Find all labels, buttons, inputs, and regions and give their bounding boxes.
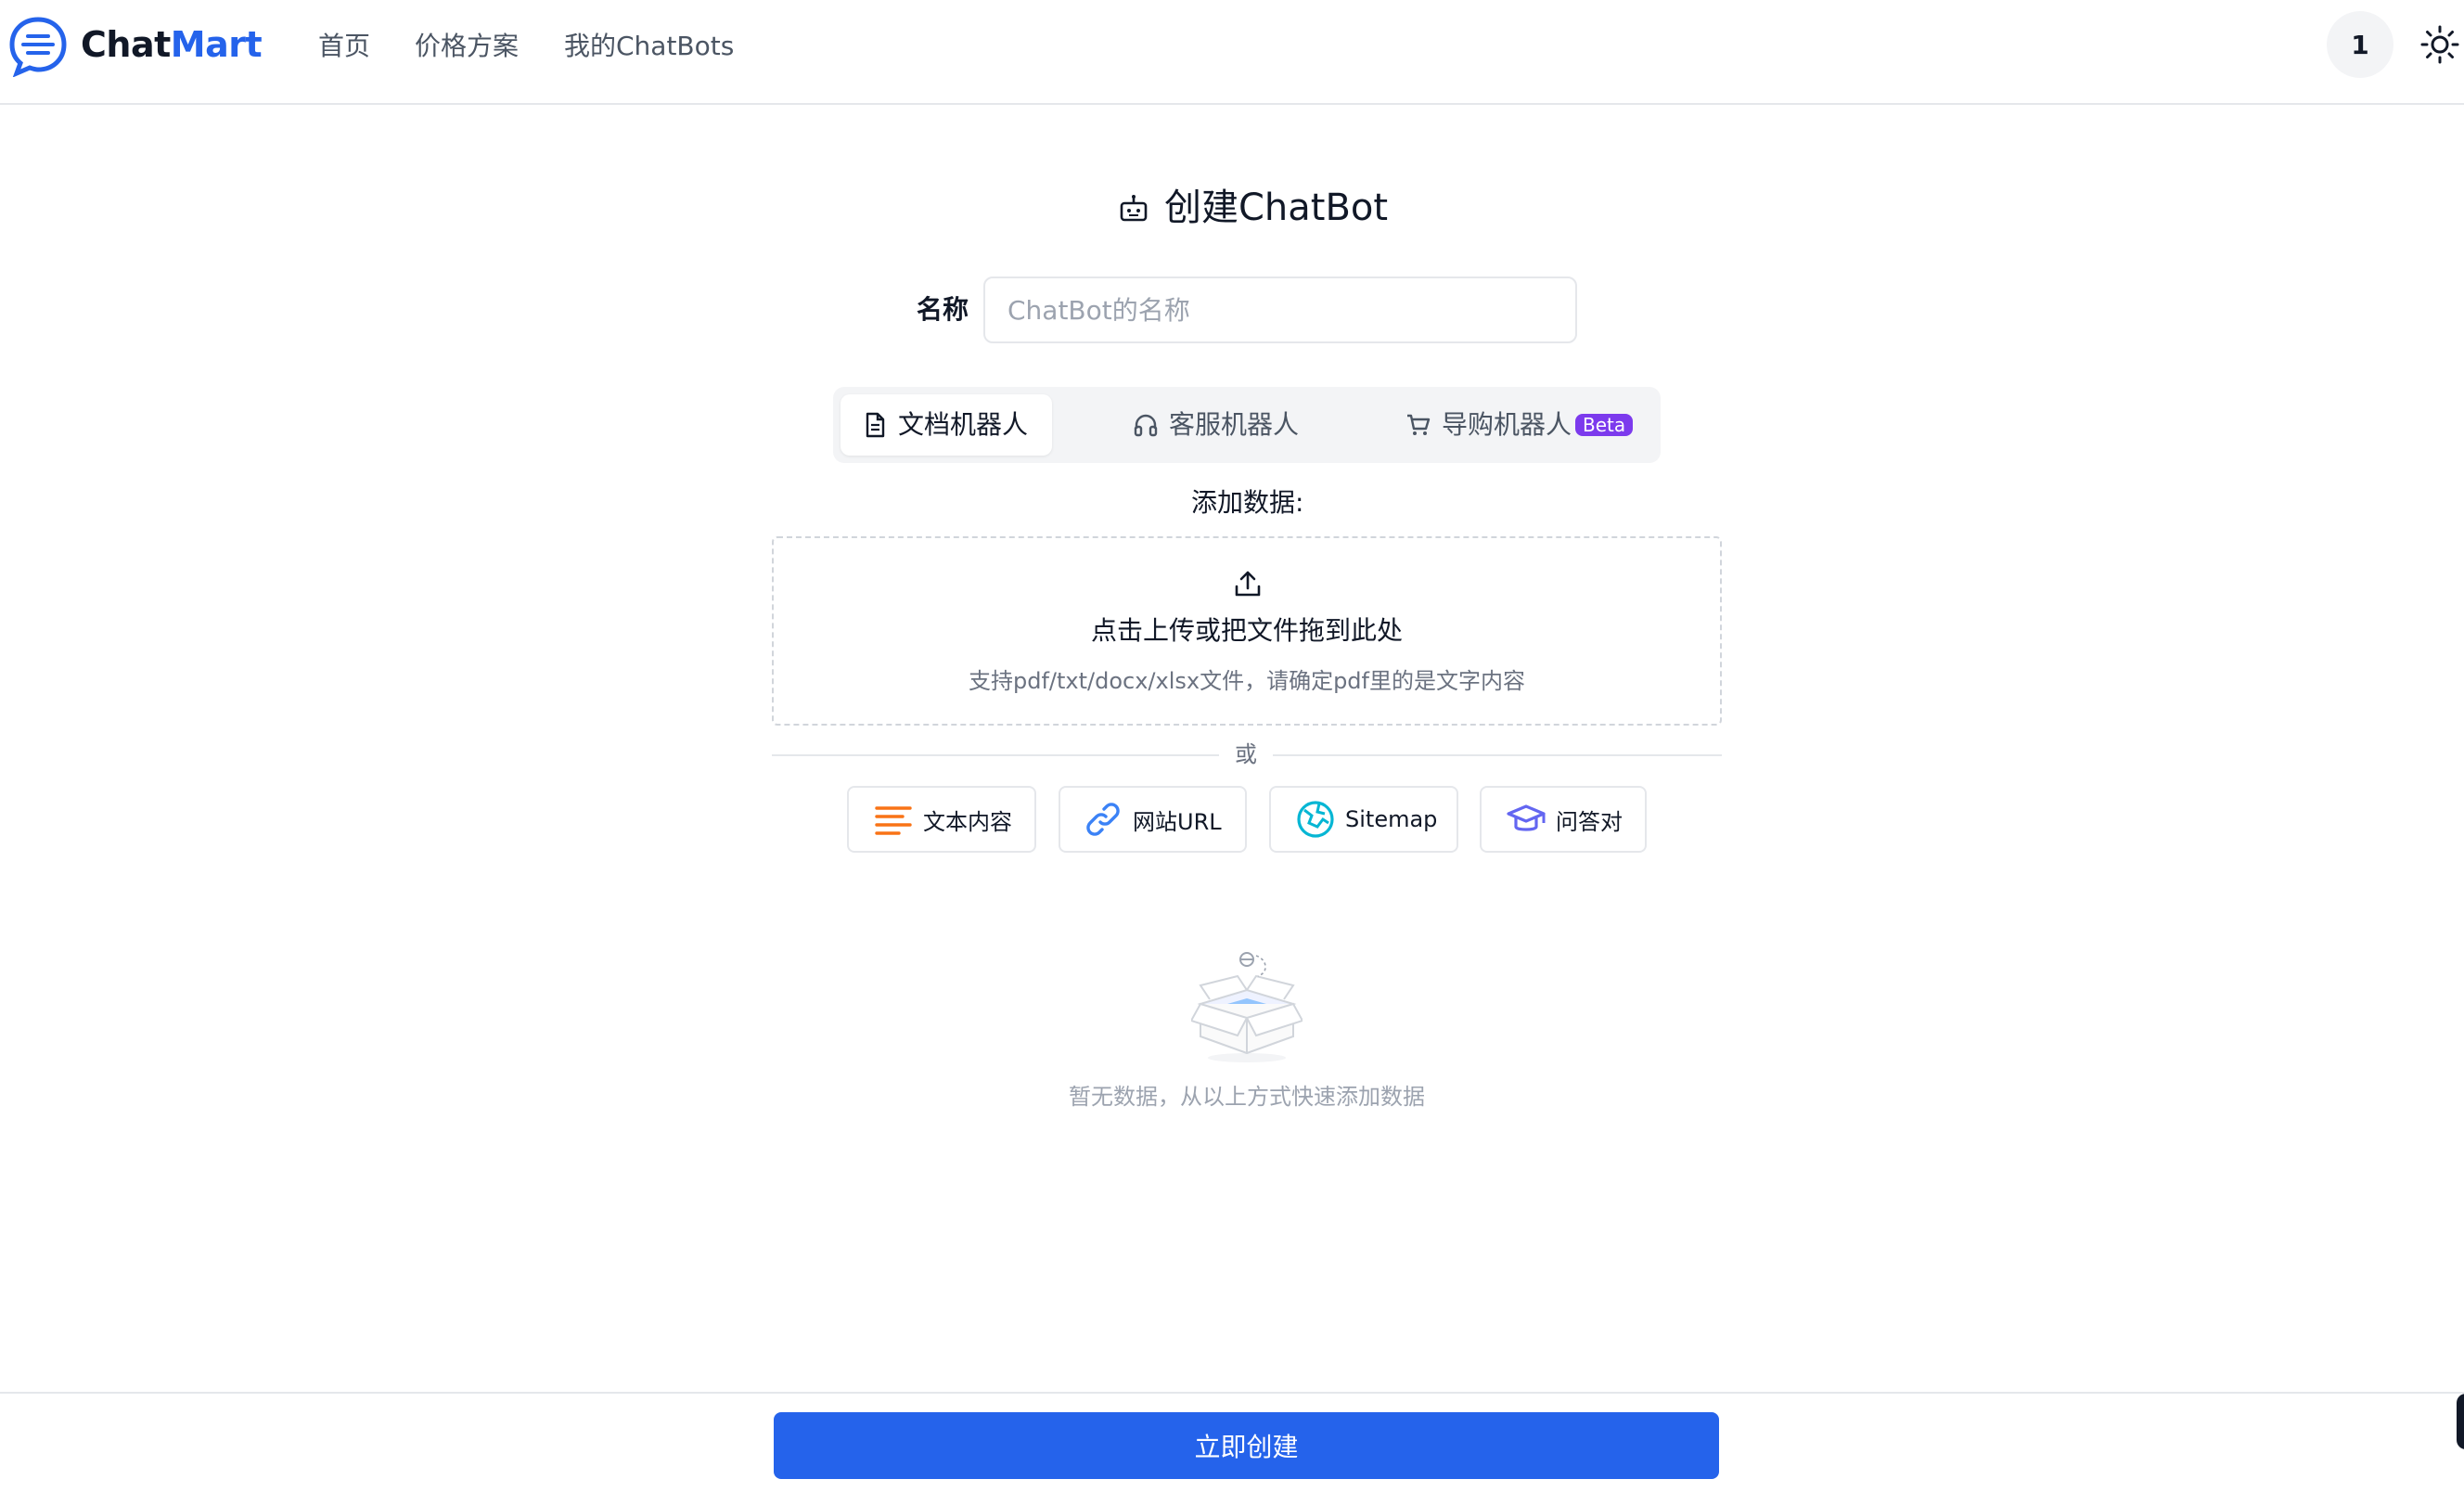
empty-box-icon	[1191, 952, 1303, 1062]
floating-widget-edge[interactable]	[2457, 1394, 2464, 1449]
link-icon	[1086, 803, 1120, 836]
divider-left	[772, 754, 1219, 756]
add-sitemap-button[interactable]: Sitemap	[1269, 786, 1458, 853]
brand-part-mart: Mart	[170, 24, 263, 65]
divider-right	[1273, 754, 1722, 756]
robot-icon	[1120, 195, 1148, 222]
page-title-text: 创建ChatBot	[1164, 186, 1389, 229]
document-icon	[866, 412, 885, 438]
chatbot-name-input[interactable]	[983, 277, 1577, 343]
file-upload-dropzone[interactable]: 点击上传或把文件拖到此处 支持pdf/txt/docx/xlsx文件，请确定pd…	[772, 536, 1722, 726]
add-website-url-button[interactable]: 网站URL	[1059, 786, 1247, 853]
add-text-content-button[interactable]: 文本内容	[847, 786, 1036, 853]
add-qa-pairs-label: 问答对	[1556, 808, 1623, 835]
app-root: ChatMart 首页 价格方案 我的ChatBots 1 创建ChatBot	[0, 0, 2464, 1492]
tab-shopping-label: 导购机器人	[1442, 409, 1572, 440]
sun-icon[interactable]	[2419, 24, 2460, 65]
upload-instruction: 点击上传或把文件拖到此处	[1090, 615, 1403, 646]
graduation-cap-icon	[1507, 804, 1546, 831]
beta-badge: Beta	[1575, 414, 1634, 436]
brand-part-chat: Chat	[81, 24, 171, 65]
top-navbar: ChatMart 首页 价格方案 我的ChatBots 1	[0, 0, 2464, 105]
or-separator: 或	[1235, 741, 1257, 767]
upload-hint: 支持pdf/txt/docx/xlsx文件，请确定pdf里的是文字内容	[968, 668, 1525, 694]
add-data-label: 添加数据:	[1191, 487, 1304, 518]
nav-mybots-link[interactable]: 我的ChatBots	[564, 28, 734, 65]
brand-name[interactable]: ChatMart	[81, 22, 263, 67]
tab-shopping-bot[interactable]: 导购机器人 Beta	[1405, 394, 1634, 456]
sitemap-icon	[1297, 801, 1334, 838]
add-text-content-label: 文本内容	[923, 808, 1012, 835]
tab-customer-service-bot[interactable]: 客服机器人	[1132, 394, 1299, 456]
tab-document-label: 文档机器人	[898, 409, 1029, 440]
cart-icon	[1407, 414, 1431, 435]
user-avatar[interactable]: 1	[2327, 11, 2393, 78]
nav-pricing-link[interactable]: 价格方案	[415, 28, 519, 65]
headphones-icon	[1134, 414, 1158, 437]
name-label: 名称	[917, 294, 969, 325]
create-now-button[interactable]: 立即创建	[774, 1412, 1719, 1479]
tab-customer-service-label: 客服机器人	[1169, 409, 1300, 440]
add-website-url-label: 网站URL	[1133, 808, 1222, 835]
footer-divider	[0, 1392, 2464, 1394]
upload-icon	[1235, 571, 1261, 597]
bot-type-tabs: 文档机器人 客服机器人 导购机器人 Beta	[833, 387, 1661, 463]
text-lines-icon	[875, 806, 912, 835]
chatmart-logo-icon[interactable]	[7, 16, 69, 77]
add-qa-pairs-button[interactable]: 问答对	[1480, 786, 1647, 853]
empty-state-text: 暂无数据，从以上方式快速添加数据	[1069, 1084, 1425, 1110]
nav-home-link[interactable]: 首页	[318, 28, 370, 65]
page-title: 创建ChatBot	[1118, 184, 1388, 232]
add-sitemap-label: Sitemap	[1345, 806, 1438, 832]
tab-document-bot[interactable]: 文档机器人	[841, 394, 1052, 456]
